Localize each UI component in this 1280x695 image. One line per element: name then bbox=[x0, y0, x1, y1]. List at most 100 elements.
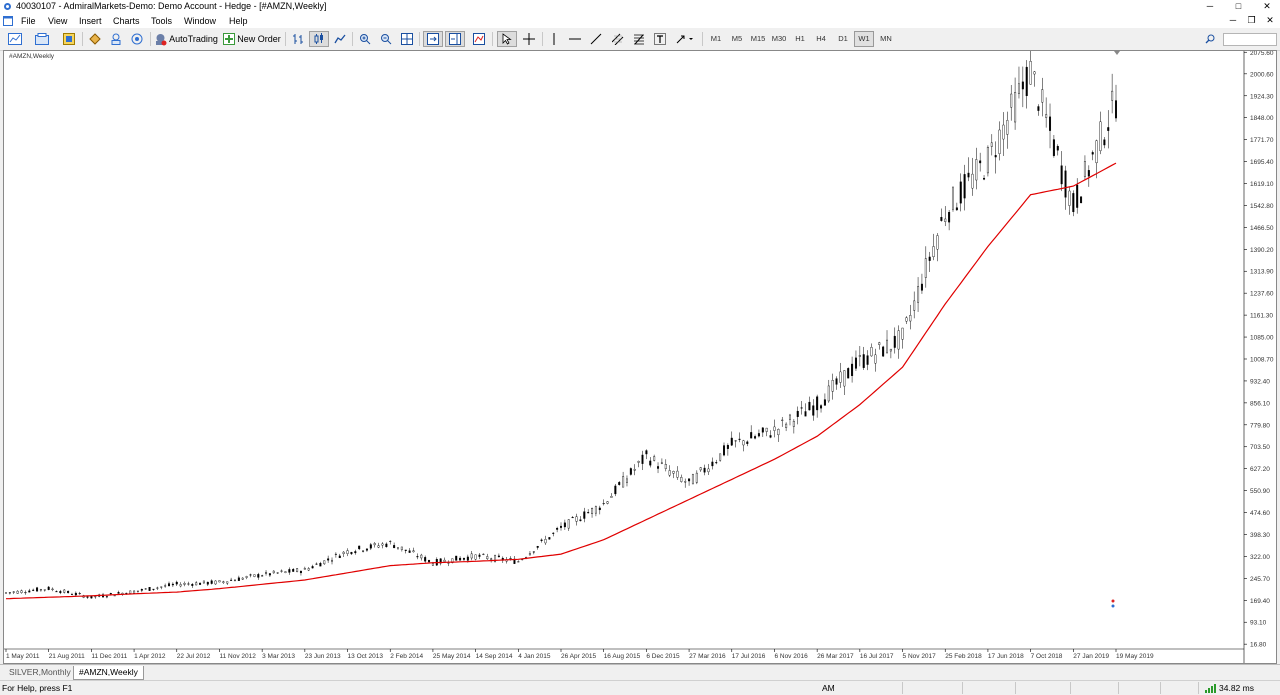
candle-body bbox=[688, 478, 691, 482]
new-order-button[interactable]: New Order bbox=[222, 31, 282, 47]
bar-chart-button[interactable] bbox=[289, 31, 307, 47]
candle-body bbox=[723, 445, 726, 456]
menu-file[interactable]: File bbox=[21, 16, 36, 26]
strategy-tester-button[interactable] bbox=[128, 31, 146, 47]
candle-body bbox=[55, 591, 58, 593]
candle-body bbox=[381, 543, 384, 546]
chart-tabs: SILVER,Monthly #AMZN,Weekly bbox=[0, 664, 1280, 680]
cursor-button[interactable] bbox=[497, 31, 517, 47]
candle-body bbox=[117, 592, 120, 594]
fibonacci-button[interactable] bbox=[630, 31, 648, 47]
text-button[interactable] bbox=[652, 31, 668, 47]
zoom-out-icon bbox=[381, 34, 392, 45]
close-button[interactable]: ✕ bbox=[1254, 0, 1280, 14]
candle-body bbox=[812, 405, 815, 416]
candle-body bbox=[486, 556, 489, 560]
menu-tools[interactable]: Tools bbox=[151, 16, 172, 26]
search-button[interactable] bbox=[1203, 31, 1217, 47]
arrows-dropdown-button[interactable] bbox=[672, 31, 698, 47]
y-tick-label: 1466.50 bbox=[1250, 225, 1274, 232]
tile-windows-button[interactable] bbox=[398, 31, 416, 47]
candle-body bbox=[637, 460, 640, 463]
new-chart-button[interactable] bbox=[5, 31, 25, 47]
tab-silver-monthly[interactable]: SILVER,Monthly bbox=[4, 666, 76, 679]
mdi-restore-button[interactable]: ❐ bbox=[1243, 15, 1259, 26]
candle-body bbox=[703, 467, 706, 473]
candle-body bbox=[870, 347, 873, 357]
y-tick-label: 93.10 bbox=[1250, 620, 1267, 627]
horizontal-line-button[interactable] bbox=[567, 31, 583, 47]
candle-body bbox=[509, 558, 512, 560]
arrows-dropdown-icon bbox=[676, 35, 693, 44]
candle-body bbox=[140, 589, 143, 591]
candle-body bbox=[625, 478, 628, 483]
mdi-minimize-button[interactable]: ─ bbox=[1225, 15, 1241, 25]
profiles-button[interactable] bbox=[32, 31, 52, 47]
zoom-out-button[interactable] bbox=[377, 31, 395, 47]
candle-body bbox=[672, 471, 675, 474]
maximize-button[interactable]: □ bbox=[1225, 0, 1251, 14]
menu-help[interactable]: Help bbox=[229, 16, 248, 26]
period-m30[interactable]: M30 bbox=[769, 31, 789, 47]
new-order-label: New Order bbox=[237, 34, 281, 44]
period-h4[interactable]: H4 bbox=[811, 31, 831, 47]
candle-body bbox=[5, 592, 8, 594]
marker-dot bbox=[1111, 599, 1115, 603]
autoscroll-icon bbox=[427, 33, 439, 45]
autoscroll-button[interactable] bbox=[423, 31, 443, 47]
price-chart[interactable]: 2075.60 2000.60 1924.30 1848.00 1771.70 1695.… bbox=[4, 51, 1276, 663]
minimize-button[interactable]: ─ bbox=[1197, 0, 1223, 14]
chart-window[interactable]: 2075.60 2000.60 1924.30 1848.00 1771.70 1695.… bbox=[3, 50, 1277, 664]
candle-body bbox=[396, 547, 399, 549]
period-w1[interactable]: W1 bbox=[854, 31, 874, 47]
window-title: 40030107 - AdmiralMarkets-Demo: Demo Acc… bbox=[16, 1, 327, 11]
menu-view[interactable]: View bbox=[48, 16, 67, 26]
candle-body bbox=[598, 507, 601, 511]
crosshair-button[interactable] bbox=[520, 31, 538, 47]
candle-body bbox=[28, 590, 31, 593]
candle-body bbox=[218, 580, 221, 583]
y-tick-label: 1161.30 bbox=[1250, 313, 1273, 320]
period-h1[interactable]: H1 bbox=[790, 31, 810, 47]
candle-body bbox=[955, 207, 958, 211]
mdi-close-button[interactable]: ✕ bbox=[1262, 15, 1278, 26]
period-m15[interactable]: M15 bbox=[748, 31, 768, 47]
y-tick-label: 398.30 bbox=[1250, 532, 1270, 539]
candle-body bbox=[1064, 170, 1067, 198]
candle-body bbox=[618, 482, 621, 485]
candle-body bbox=[342, 551, 345, 555]
search-input[interactable] bbox=[1223, 33, 1277, 46]
candle-body bbox=[268, 573, 271, 576]
market-watch-button[interactable] bbox=[60, 31, 78, 47]
chart-shift-button[interactable] bbox=[445, 31, 465, 47]
autotrading-button[interactable]: AutoTrading bbox=[154, 31, 218, 47]
period-mn[interactable]: MN bbox=[876, 31, 896, 47]
period-m5[interactable]: M5 bbox=[727, 31, 747, 47]
menu-insert[interactable]: Insert bbox=[79, 16, 102, 26]
candle-body bbox=[261, 575, 264, 577]
navigator-button[interactable] bbox=[86, 31, 104, 47]
trendline-button[interactable] bbox=[588, 31, 604, 47]
menu-window[interactable]: Window bbox=[184, 16, 216, 26]
vertical-line-button[interactable] bbox=[546, 31, 562, 47]
terminal-button[interactable] bbox=[107, 31, 125, 47]
period-d1[interactable]: D1 bbox=[833, 31, 853, 47]
zoom-in-button[interactable] bbox=[356, 31, 374, 47]
period-m1[interactable]: M1 bbox=[706, 31, 726, 47]
equidistant-channel-button[interactable] bbox=[609, 31, 627, 47]
menu-charts[interactable]: Charts bbox=[113, 16, 140, 26]
candle-body bbox=[245, 576, 248, 578]
candle-body bbox=[307, 568, 310, 571]
chart-window-icon bbox=[3, 16, 13, 26]
candle-body bbox=[917, 286, 920, 303]
line-chart-button[interactable] bbox=[331, 31, 349, 47]
candle-body bbox=[932, 246, 935, 258]
tab-amzn-weekly[interactable]: #AMZN,Weekly bbox=[73, 666, 144, 680]
candlestick-chart-button[interactable] bbox=[309, 31, 329, 47]
candle-body bbox=[827, 385, 830, 402]
candle-body bbox=[1025, 66, 1028, 97]
candle-body bbox=[707, 468, 710, 473]
candle-body bbox=[455, 555, 458, 561]
indicators-button[interactable] bbox=[470, 31, 488, 47]
candle-body bbox=[51, 588, 54, 591]
